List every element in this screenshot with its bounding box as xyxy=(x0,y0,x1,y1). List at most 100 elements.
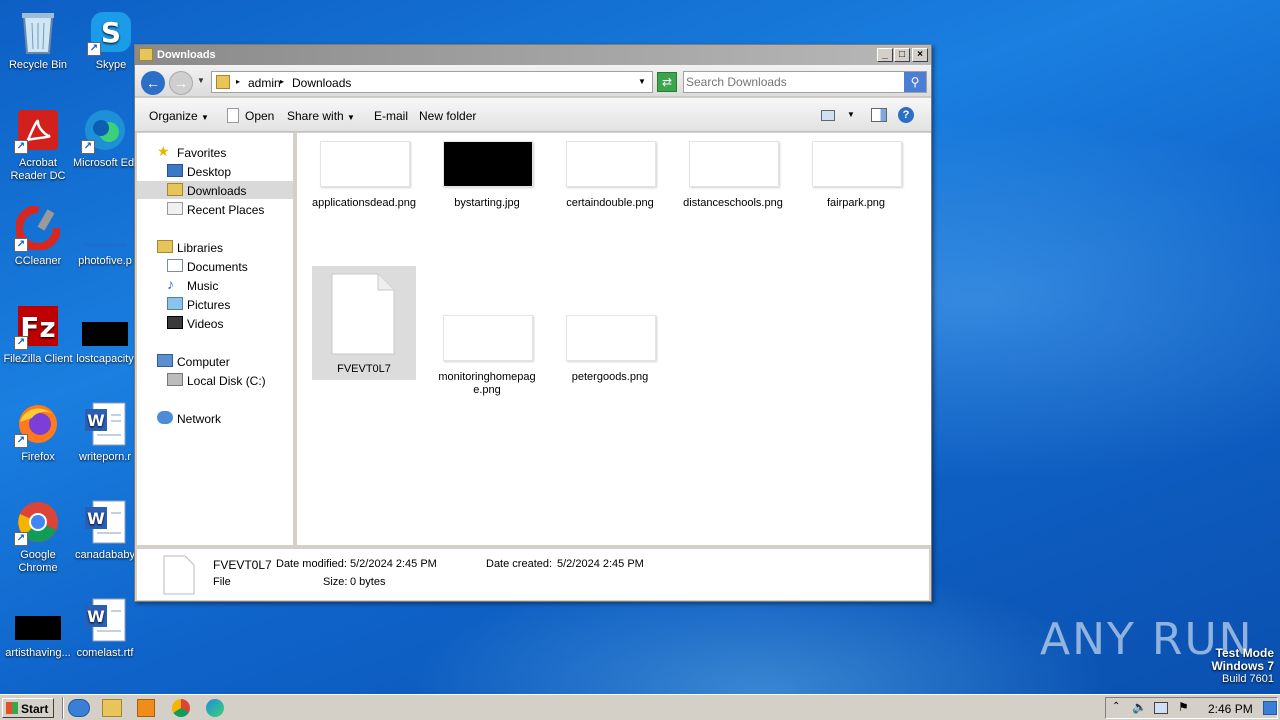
address-field[interactable]: ▸ admin ▸ Downloads ▼ xyxy=(211,71,653,93)
desktop-icon-acrobat[interactable]: ↗ Acrobat Reader DC xyxy=(0,106,76,183)
recent-pages-chevron-icon[interactable]: ▼ xyxy=(197,76,205,85)
file-item[interactable]: bystarting.jpg xyxy=(435,141,539,255)
detail-created-value: 5/2/2024 2:45 PM xyxy=(557,558,644,570)
nav-label: Pictures xyxy=(187,298,231,312)
nav-libraries[interactable]: Libraries xyxy=(137,238,293,256)
file-explorer-icon[interactable] xyxy=(102,699,122,717)
file-item[interactable]: petergoods.png xyxy=(558,315,662,429)
search-icon[interactable]: ⚲ xyxy=(904,72,926,92)
desktop-icon-ccleaner[interactable]: ↗ CCleaner xyxy=(0,204,76,268)
search-input[interactable] xyxy=(686,74,904,90)
change-view-icon[interactable] xyxy=(821,110,835,121)
desktop-icon-lostcapacity[interactable]: lostcapacity xyxy=(73,302,137,366)
maximize-button[interactable]: □ xyxy=(894,48,910,62)
desktop-icon xyxy=(167,164,183,177)
nav-recent-places[interactable]: Recent Places xyxy=(137,200,293,218)
nav-computer[interactable]: Computer xyxy=(137,352,293,370)
detail-modified-value: 5/2/2024 2:45 PM xyxy=(350,558,437,570)
clock[interactable]: 2:46 PM xyxy=(1208,702,1253,716)
watermark-line: Windows 7 xyxy=(1211,659,1274,673)
refresh-button[interactable]: ⇄ xyxy=(657,72,677,92)
nav-network[interactable]: Network xyxy=(137,409,293,427)
chevron-down-icon: ▼ xyxy=(347,113,355,122)
star-icon: ★ xyxy=(157,143,170,159)
title-bar[interactable]: Downloads _ □ × xyxy=(135,45,931,65)
nav-local-disk[interactable]: Local Disk (C:) xyxy=(137,371,293,389)
recycle-bin-icon xyxy=(14,8,62,56)
nav-pictures[interactable]: Pictures xyxy=(137,295,293,313)
image-file-icon xyxy=(14,596,62,644)
desktop-icon-canadababy[interactable]: W canadababy xyxy=(73,498,137,562)
desktop-icon-photofive[interactable]: photofive.p xyxy=(73,204,137,268)
nav-label: Computer xyxy=(177,355,230,369)
shortcut-arrow-icon: ↗ xyxy=(14,140,28,154)
preview-pane-icon[interactable] xyxy=(871,108,887,122)
desktop-icon-filezilla[interactable]: Fz ↗ FileZilla Client xyxy=(0,302,76,366)
nav-documents[interactable]: Documents xyxy=(137,257,293,275)
internet-explorer-icon[interactable] xyxy=(68,699,90,717)
file-item[interactable]: certaindouble.png xyxy=(558,141,662,255)
details-pane: FVEVT0L7 File Date modified: 5/2/2024 2:… xyxy=(137,548,929,600)
file-item-selected[interactable]: FVEVT0L7 xyxy=(312,266,416,380)
file-item[interactable]: monitoringhomepage.png xyxy=(435,315,539,429)
nav-label: Libraries xyxy=(177,241,224,255)
image-thumbnail xyxy=(443,141,533,187)
file-item[interactable]: distanceschools.png xyxy=(681,141,785,255)
desktop-icon-edge[interactable]: ↗ Microsoft Edge xyxy=(73,106,137,170)
chrome-icon[interactable] xyxy=(172,699,190,717)
folder-icon xyxy=(216,75,230,89)
nav-desktop[interactable]: Desktop xyxy=(137,162,293,180)
show-hidden-icons-icon[interactable]: ⌃ xyxy=(1112,701,1120,712)
detail-size-value: 0 bytes xyxy=(350,576,386,588)
desktop-icon-comelast[interactable]: W comelast.rtf xyxy=(73,596,137,660)
action-center-flag-icon[interactable]: ⚑ xyxy=(1178,700,1189,714)
show-desktop-icon[interactable] xyxy=(1263,701,1277,715)
file-icon xyxy=(227,108,239,123)
back-button[interactable]: ← xyxy=(141,71,165,95)
nav-label: Videos xyxy=(187,317,224,331)
network-tray-icon[interactable] xyxy=(1154,702,1168,714)
breadcrumb-chevron-icon[interactable]: ▸ xyxy=(280,77,284,86)
edge-icon[interactable] xyxy=(206,699,224,717)
svg-text:S: S xyxy=(101,16,121,49)
view-dropdown-icon[interactable]: ▼ xyxy=(847,110,855,119)
word-doc-icon: W xyxy=(81,400,129,448)
breadcrumb-admin[interactable]: admin xyxy=(248,76,281,90)
nav-downloads[interactable]: Downloads xyxy=(137,181,293,199)
organize-button[interactable]: Organize ▼ xyxy=(149,109,209,123)
breadcrumb-chevron-icon[interactable]: ▸ xyxy=(236,77,240,86)
acrobat-icon: ↗ xyxy=(14,106,62,154)
image-thumbnail xyxy=(566,141,656,187)
desktop-icon-label: CCleaner xyxy=(14,255,62,267)
share-with-button[interactable]: Share with ▼ xyxy=(287,109,355,123)
desktop-icon-recycle-bin[interactable]: Recycle Bin xyxy=(0,8,76,72)
desktop-icon-label: artisthaving... xyxy=(5,647,71,659)
desktop-icon-chrome[interactable]: ↗ Google Chrome xyxy=(0,498,76,575)
new-folder-button[interactable]: New folder xyxy=(419,109,476,123)
desktop-icon-label: comelast.rtf xyxy=(76,647,134,659)
volume-icon[interactable]: 🔈 xyxy=(1132,700,1147,714)
help-icon[interactable]: ? xyxy=(898,107,914,123)
email-button[interactable]: E-mail xyxy=(374,109,408,123)
nav-favorites[interactable]: ★ Favorites xyxy=(137,143,293,161)
open-button[interactable]: Open xyxy=(245,109,274,123)
address-dropdown-icon[interactable]: ▼ xyxy=(638,77,646,86)
minimize-button[interactable]: _ xyxy=(877,48,893,62)
file-item[interactable]: fairpark.png xyxy=(804,141,908,255)
desktop-icon-writeporn[interactable]: W writeporn.r xyxy=(73,400,137,464)
forward-button[interactable]: → xyxy=(169,71,193,95)
media-player-icon[interactable] xyxy=(137,699,155,717)
desktop-icon-artisthaving[interactable]: artisthaving... xyxy=(0,596,76,660)
nav-videos[interactable]: Videos xyxy=(137,314,293,332)
nav-music[interactable]: ♪ Music xyxy=(137,276,293,294)
search-field[interactable]: ⚲ xyxy=(683,71,927,93)
breadcrumb-downloads[interactable]: Downloads xyxy=(292,76,351,90)
desktop-icon-firefox[interactable]: ↗ Firefox xyxy=(0,400,76,464)
file-item[interactable]: applicationsdead.png xyxy=(312,141,416,255)
detail-size-label: Size: xyxy=(323,576,348,588)
word-doc-icon: W xyxy=(81,498,129,546)
recent-places-icon xyxy=(167,202,183,215)
close-button[interactable]: × xyxy=(912,48,928,62)
start-button[interactable]: Start xyxy=(2,698,54,718)
organize-label: Organize xyxy=(149,109,198,123)
